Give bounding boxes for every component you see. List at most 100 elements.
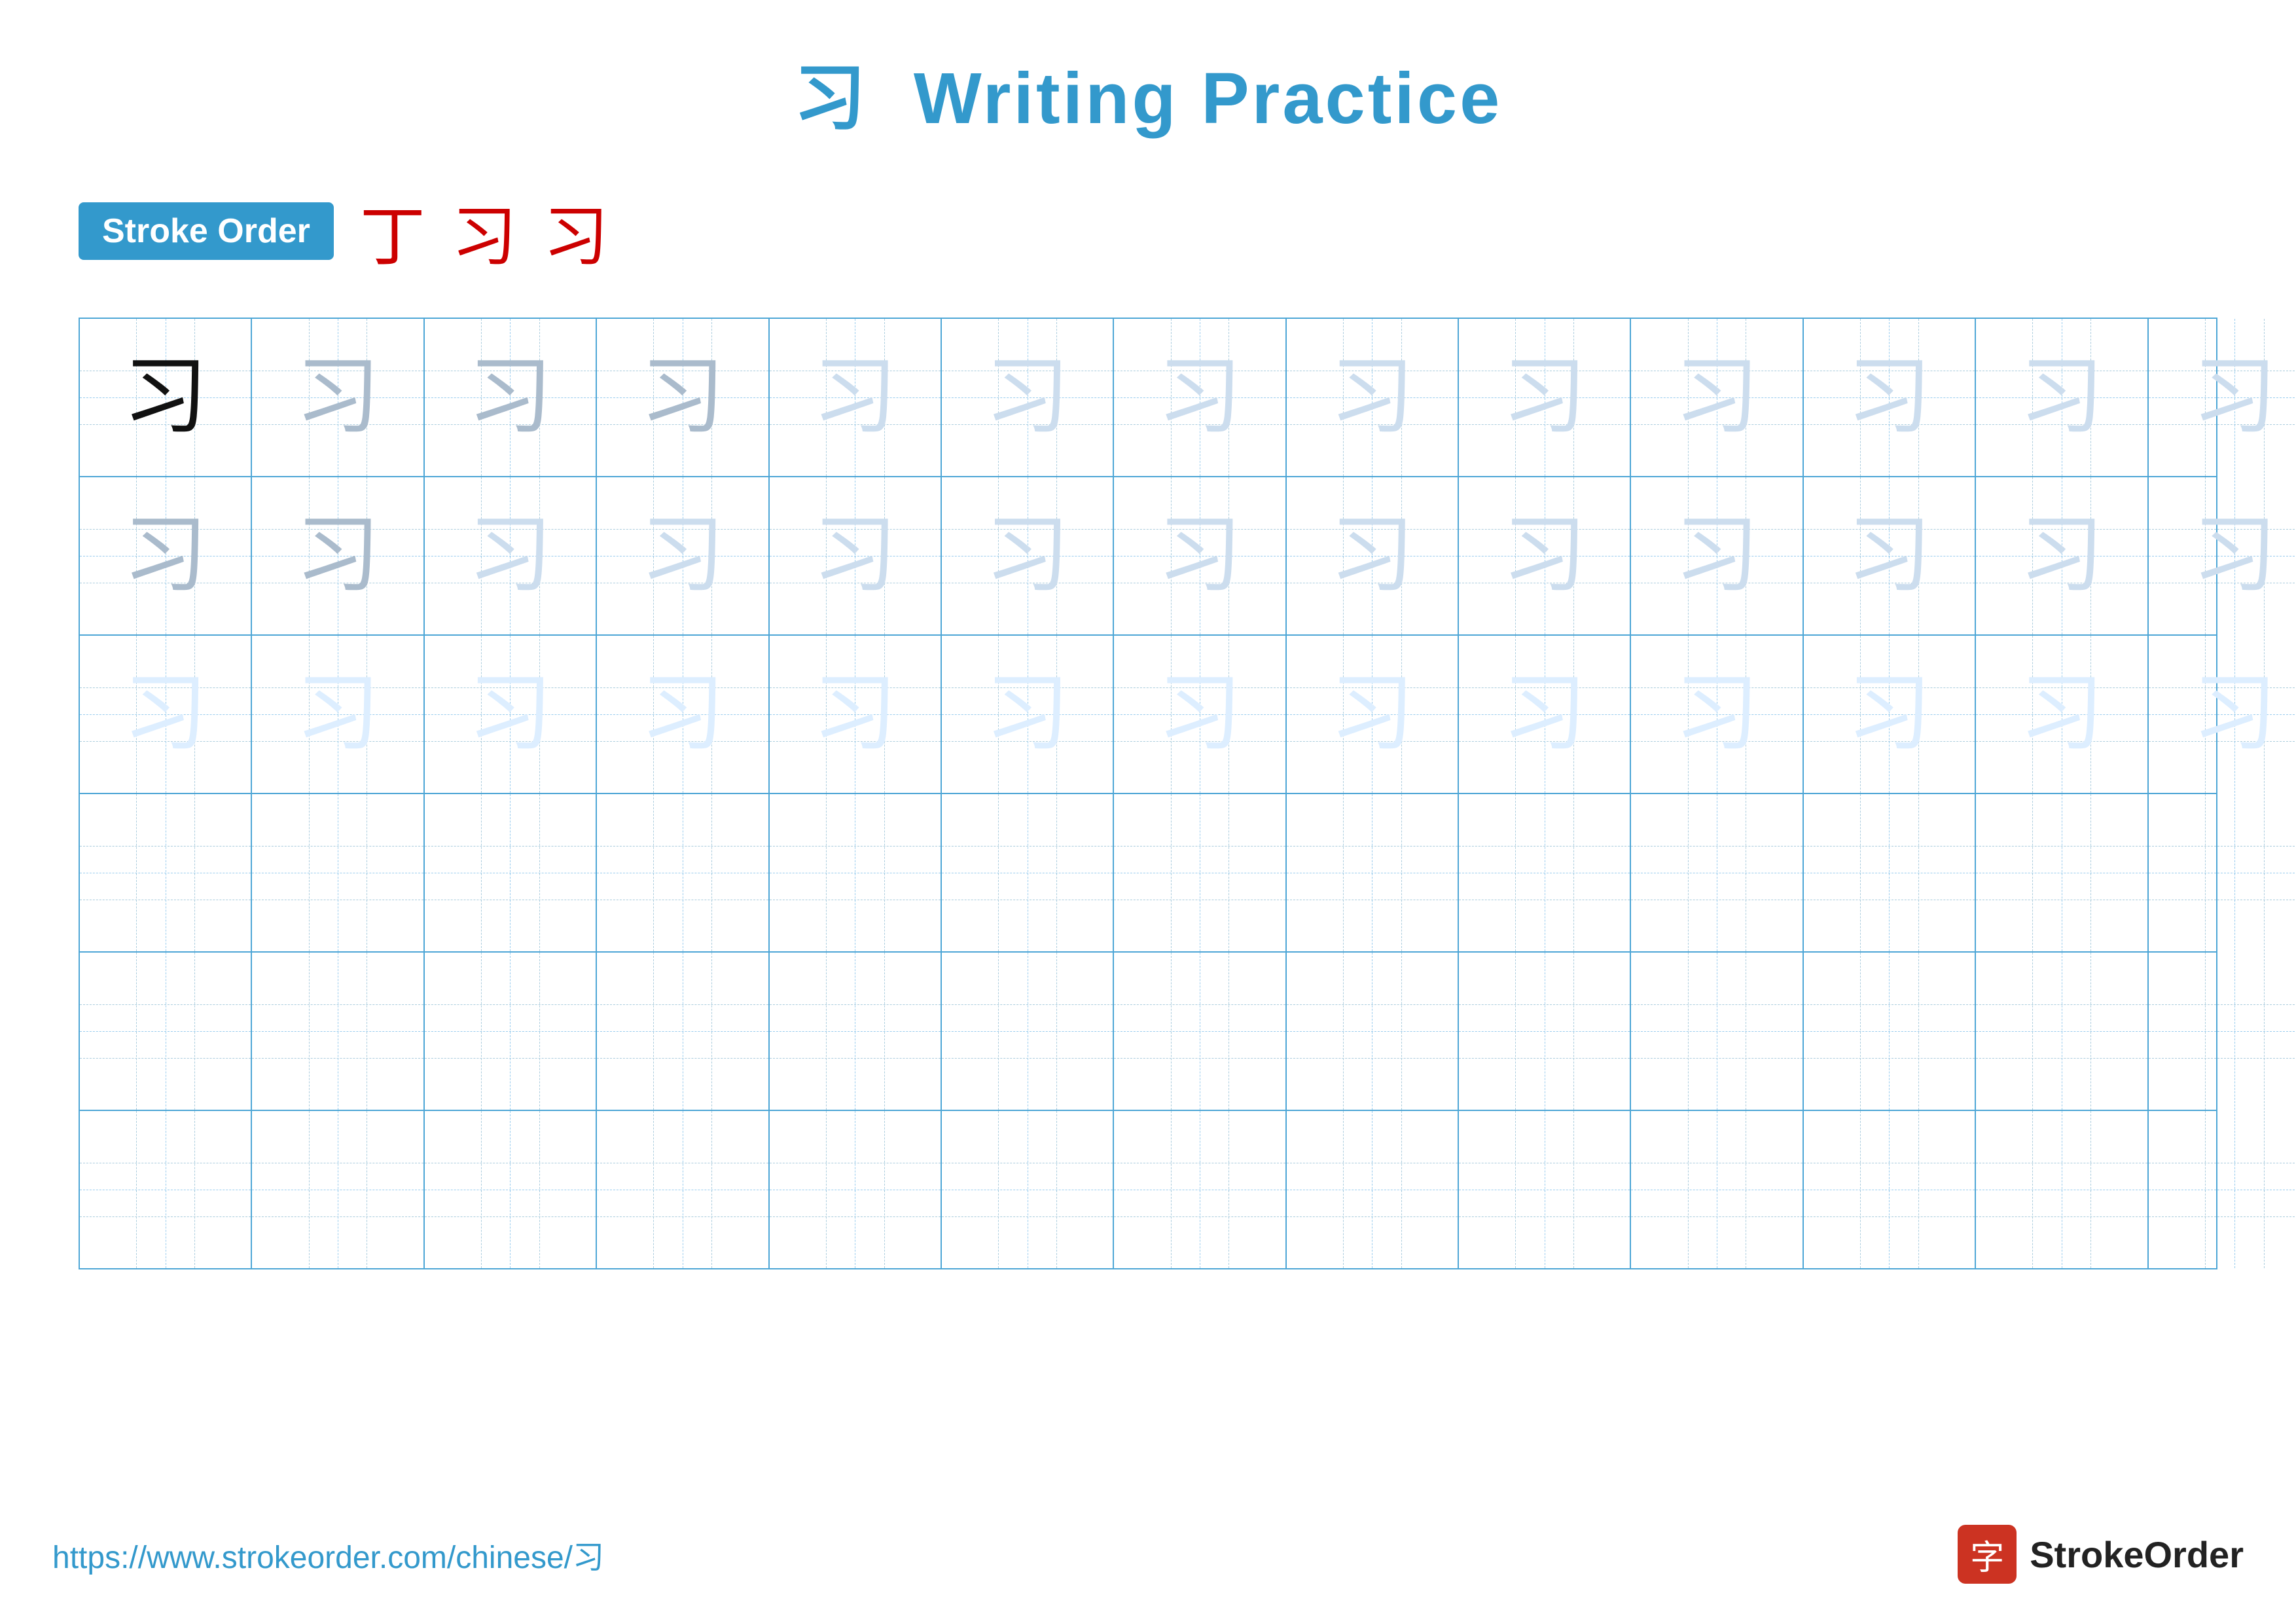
grid-cell-1-5[interactable]: 习 (942, 477, 1114, 634)
grid-cell-5-0[interactable] (80, 1111, 252, 1268)
grid-cell-3-6[interactable] (1114, 794, 1286, 951)
grid-cell-4-9[interactable] (1631, 953, 1803, 1110)
grid-cell-1-3[interactable]: 习 (597, 477, 769, 634)
grid-cell-1-12[interactable]: 习 (2149, 477, 2296, 634)
title-text: Writing Practice (914, 58, 1502, 139)
grid-cell-4-1[interactable] (252, 953, 424, 1110)
grid-cell-4-10[interactable] (1804, 953, 1976, 1110)
grid-row-3: 习习习习习习习习习习习习习 (80, 636, 2216, 794)
grid-cell-5-12[interactable] (2149, 1111, 2296, 1268)
grid-cell-3-5[interactable] (942, 794, 1114, 951)
grid-cell-0-11[interactable]: 习 (1976, 319, 2148, 476)
practice-character: 习 (1674, 355, 1759, 440)
page-header: 习 Writing Practice (52, 39, 2244, 144)
grid-cell-3-3[interactable] (597, 794, 769, 951)
grid-cell-2-9[interactable]: 习 (1631, 636, 1803, 793)
grid-cell-3-1[interactable] (252, 794, 424, 951)
practice-character: 习 (640, 355, 725, 440)
grid-cell-5-3[interactable] (597, 1111, 769, 1268)
grid-cell-0-10[interactable]: 习 (1804, 319, 1976, 476)
grid-cell-1-8[interactable]: 习 (1459, 477, 1631, 634)
practice-character: 习 (1329, 672, 1414, 757)
title-character: 习 (794, 59, 869, 139)
grid-cell-4-11[interactable] (1976, 953, 2148, 1110)
grid-cell-0-6[interactable]: 习 (1114, 319, 1286, 476)
grid-cell-3-0[interactable] (80, 794, 252, 951)
grid-cell-3-4[interactable] (770, 794, 942, 951)
grid-cell-4-6[interactable] (1114, 953, 1286, 1110)
practice-character: 习 (1329, 513, 1414, 598)
grid-cell-3-8[interactable] (1459, 794, 1631, 951)
grid-cell-0-12[interactable]: 习 (2149, 319, 2296, 476)
grid-cell-4-8[interactable] (1459, 953, 1631, 1110)
grid-cell-5-2[interactable] (425, 1111, 597, 1268)
grid-cell-2-7[interactable]: 习 (1287, 636, 1459, 793)
grid-cell-2-6[interactable]: 习 (1114, 636, 1286, 793)
grid-cell-4-0[interactable] (80, 953, 252, 1110)
grid-cell-3-7[interactable] (1287, 794, 1459, 951)
practice-character: 习 (1502, 513, 1587, 598)
grid-cell-4-4[interactable] (770, 953, 942, 1110)
grid-cell-0-9[interactable]: 习 (1631, 319, 1803, 476)
grid-cell-0-5[interactable]: 习 (942, 319, 1114, 476)
practice-character: 习 (640, 513, 725, 598)
grid-cell-2-11[interactable]: 习 (1976, 636, 2148, 793)
grid-cell-1-1[interactable]: 习 (252, 477, 424, 634)
grid-cell-0-3[interactable]: 习 (597, 319, 769, 476)
grid-cell-5-1[interactable] (252, 1111, 424, 1268)
grid-cell-5-4[interactable] (770, 1111, 942, 1268)
grid-cell-0-2[interactable]: 习 (425, 319, 597, 476)
grid-row-1: 习习习习习习习习习习习习习 (80, 319, 2216, 477)
grid-cell-5-5[interactable] (942, 1111, 1114, 1268)
practice-character: 习 (1157, 355, 1242, 440)
grid-cell-5-7[interactable] (1287, 1111, 1459, 1268)
practice-character: 习 (812, 513, 897, 598)
grid-cell-2-0[interactable]: 习 (80, 636, 252, 793)
grid-cell-2-12[interactable]: 习 (2149, 636, 2296, 793)
grid-cell-5-9[interactable] (1631, 1111, 1803, 1268)
grid-cell-5-8[interactable] (1459, 1111, 1631, 1268)
grid-cell-4-2[interactable] (425, 953, 597, 1110)
grid-cell-3-11[interactable] (1976, 794, 2148, 951)
grid-cell-1-9[interactable]: 习 (1631, 477, 1803, 634)
grid-cell-3-2[interactable] (425, 794, 597, 951)
grid-cell-4-12[interactable] (2149, 953, 2296, 1110)
grid-cell-3-12[interactable] (2149, 794, 2296, 951)
grid-cell-4-3[interactable] (597, 953, 769, 1110)
grid-cell-2-4[interactable]: 习 (770, 636, 942, 793)
grid-cell-3-10[interactable] (1804, 794, 1976, 951)
grid-cell-1-7[interactable]: 习 (1287, 477, 1459, 634)
grid-cell-0-4[interactable]: 习 (770, 319, 942, 476)
practice-character: 习 (467, 672, 552, 757)
grid-cell-1-2[interactable]: 习 (425, 477, 597, 634)
grid-cell-5-11[interactable] (1976, 1111, 2148, 1268)
practice-character: 习 (295, 355, 380, 440)
footer-brand-name: StrokeOrder (2030, 1533, 2244, 1576)
grid-cell-5-10[interactable] (1804, 1111, 1976, 1268)
grid-cell-1-10[interactable]: 习 (1804, 477, 1976, 634)
grid-cell-5-6[interactable] (1114, 1111, 1286, 1268)
grid-cell-2-3[interactable]: 习 (597, 636, 769, 793)
grid-row-2: 习习习习习习习习习习习习习 (80, 477, 2216, 636)
grid-cell-1-6[interactable]: 习 (1114, 477, 1286, 634)
grid-cell-2-5[interactable]: 习 (942, 636, 1114, 793)
grid-cell-4-5[interactable] (942, 953, 1114, 1110)
practice-character: 习 (1157, 513, 1242, 598)
grid-cell-4-7[interactable] (1287, 953, 1459, 1110)
practice-character: 习 (467, 513, 552, 598)
grid-cell-0-8[interactable]: 习 (1459, 319, 1631, 476)
grid-cell-2-1[interactable]: 习 (252, 636, 424, 793)
footer-url[interactable]: https://www.strokeorder.com/chinese/习 (52, 1531, 604, 1577)
grid-cell-2-2[interactable]: 习 (425, 636, 597, 793)
grid-cell-0-0[interactable]: 习 (80, 319, 252, 476)
grid-cell-1-11[interactable]: 习 (1976, 477, 2148, 634)
grid-cell-2-10[interactable]: 习 (1804, 636, 1976, 793)
grid-cell-1-4[interactable]: 习 (770, 477, 942, 634)
grid-cell-0-7[interactable]: 习 (1287, 319, 1459, 476)
grid-cell-3-9[interactable] (1631, 794, 1803, 951)
grid-cell-2-8[interactable]: 习 (1459, 636, 1631, 793)
grid-cell-0-1[interactable]: 习 (252, 319, 424, 476)
practice-character: 习 (1502, 355, 1587, 440)
practice-character: 习 (1846, 355, 1931, 440)
grid-cell-1-0[interactable]: 习 (80, 477, 252, 634)
